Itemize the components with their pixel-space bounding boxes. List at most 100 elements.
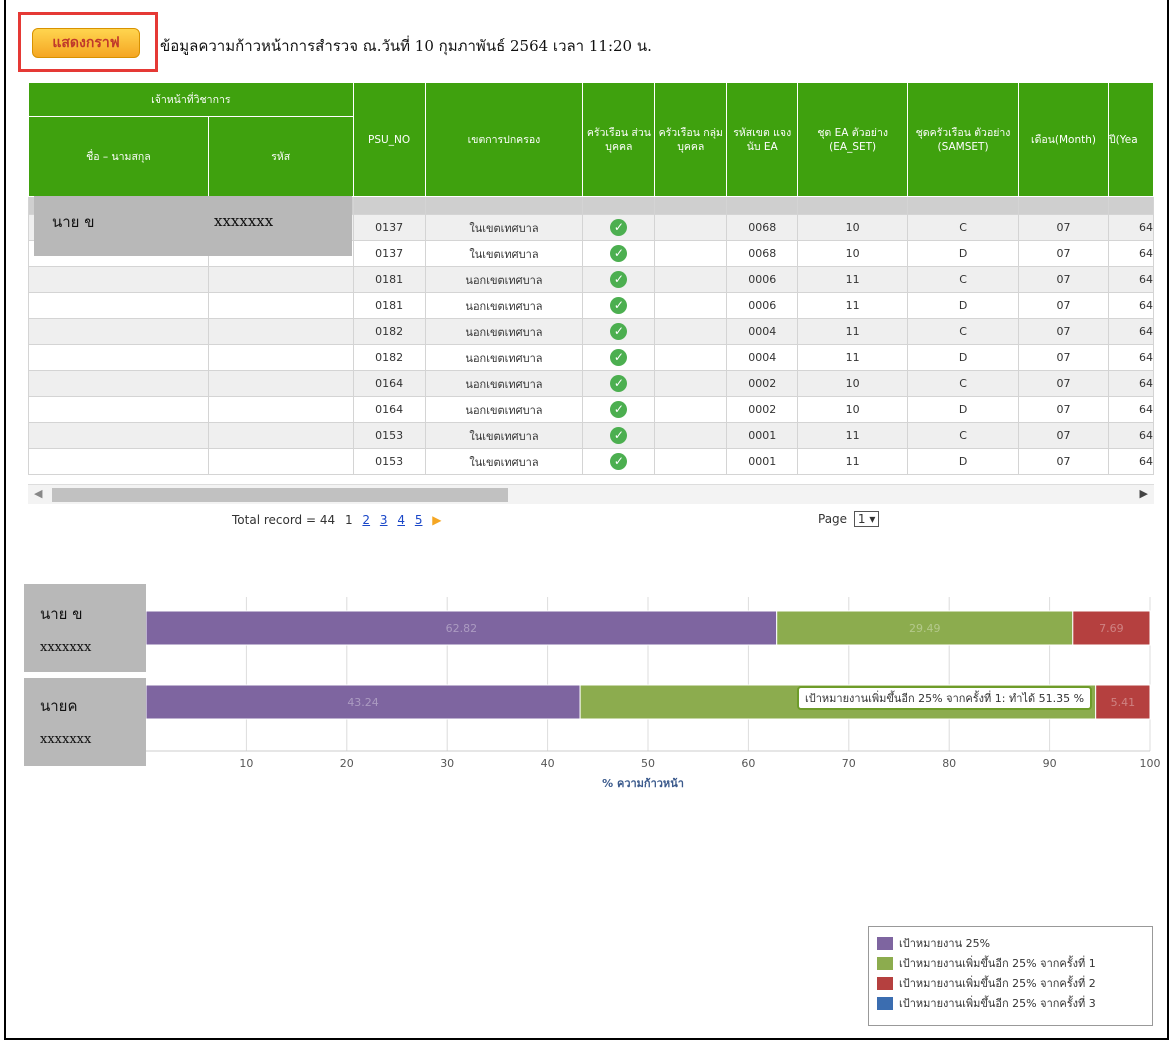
legend-item[interactable]: เป้าหมายงานเพิ่มขึ้นอีก 25% จากครั้งที่ … [877,953,1144,973]
page-link-4[interactable]: 4 [397,513,405,527]
cell-psu: 0182 [352,318,426,345]
cell-area: นอกเขตเทศบาล [424,318,584,345]
cell-samset: C [907,214,1020,241]
table-row[interactable]: 0182 นอกเขตเทศบาล ✓ 0004 11 C 07 64 [28,318,1154,345]
cell-samset: D [907,292,1020,319]
cell-code [207,370,354,397]
cell-ea-set: 11 [797,292,909,319]
check-icon: ✓ [610,323,628,340]
column-admin-area[interactable]: เขตการปกครอง [424,82,584,197]
horizontal-scrollbar[interactable]: ◀ ▶ [28,484,1154,504]
column-hh-private[interactable]: ครัวเรือน ส่วนบุคคล [582,82,656,197]
legend-item[interactable]: เป้าหมายงาน 25% [877,933,1144,953]
pagination: Total record = 44 1 2 3 4 5 ▶ [232,513,448,527]
cell-hh-private: ✓ [582,448,656,475]
cell-ea-set: 11 [797,318,909,345]
cell-ea-set: 11 [797,266,909,293]
cell-code [207,292,354,319]
cell-ea-set: 10 [797,396,909,423]
legend-item[interactable]: เป้าหมายงานเพิ่มขึ้นอีก 25% จากครั้งที่ … [877,993,1144,1013]
check-icon: ✓ [610,271,628,288]
cell-ea: 0068 [726,214,799,241]
cell-area: นอกเขตเทศบาล [424,396,584,423]
table-row[interactable]: 0181 นอกเขตเทศบาล ✓ 0006 11 D 07 64 [28,292,1154,319]
cell-hh-group [654,266,728,293]
scroll-right-arrow-icon[interactable]: ▶ [1140,487,1148,500]
masked-code: xxxxxxx [40,732,92,747]
bar-data-label: 7.69 [1099,622,1124,635]
cell-name [28,370,209,397]
cell-area: นอกเขตเทศบาล [424,266,584,293]
cell-month: 07 [1018,370,1109,397]
page-link-3[interactable]: 3 [380,513,388,527]
check-icon: ✓ [610,427,628,444]
cell-ea: 0068 [726,240,799,267]
cell-code [207,448,354,475]
cell-month: 07 [1018,422,1109,449]
cell-area: ในเขตเทศบาล [424,422,584,449]
cell-year: 64 [1107,318,1154,345]
cell-code [207,266,354,293]
cell-samset: C [907,422,1020,449]
cell-hh-private: ✓ [582,370,656,397]
cell-ea-set: 11 [797,422,909,449]
cell-psu: 0164 [352,370,426,397]
cell-hh-group [654,214,728,241]
x-tick-label: 80 [942,757,956,770]
column-code[interactable]: รหัส [207,116,354,197]
cell-samset: D [907,344,1020,371]
column-hh-group[interactable]: ครัวเรือน กลุ่มบุคคล [654,82,728,197]
table-row[interactable]: 0181 นอกเขตเทศบาล ✓ 0006 11 C 07 64 [28,266,1154,293]
column-samset[interactable]: ชุดครัวเรือน ตัวอย่าง (SAMSET) [907,82,1020,197]
cell-name [28,396,209,423]
cell-hh-group [654,292,728,319]
cell-year: 64 [1107,292,1154,319]
scroll-left-arrow-icon[interactable]: ◀ [34,487,42,500]
legend-item[interactable]: เป้าหมายงานเพิ่มขึ้นอีก 25% จากครั้งที่ … [877,973,1144,993]
cell-samset: C [907,266,1020,293]
table-row[interactable]: 0153 ในเขตเทศบาล ✓ 0001 11 C 07 64 [28,422,1154,449]
check-icon: ✓ [610,245,628,262]
cell-month: 07 [1018,214,1109,241]
scrollbar-thumb[interactable] [52,488,508,502]
cell-name [28,266,209,293]
chart-tooltip: เป้าหมายงานเพิ่มขึ้นอีก 25% จากครั้งที่ … [797,686,1093,710]
cell-area: นอกเขตเทศบาล [424,292,584,319]
table-row[interactable]: 0182 นอกเขตเทศบาล ✓ 0004 11 D 07 64 [28,344,1154,371]
page-select-dropdown[interactable]: 1 ▾ [853,511,880,527]
column-ea-code[interactable]: รหัสเขต แจงนับ EA [726,82,799,197]
column-psu-no[interactable]: PSU_NO [352,82,426,197]
column-ea-set[interactable]: ชุด EA ตัวอย่าง (EA_SET) [797,82,909,197]
table-row[interactable]: 0153 ในเขตเทศบาล ✓ 0001 11 D 07 64 [28,448,1154,475]
progress-header-text: ข้อมูลความก้าวหน้าการสำรวจ ณ.วันที่ 10 ก… [160,37,652,55]
redaction-table: นาย ข xxxxxxx [34,196,352,256]
bar-data-label: 0 [1153,622,1160,635]
x-tick-label: 70 [842,757,856,770]
cell-hh-private: ✓ [582,344,656,371]
x-tick-label: 40 [541,757,555,770]
cell-month: 07 [1018,318,1109,345]
page-label: Page [818,512,848,526]
cell-samset: D [907,448,1020,475]
column-month[interactable]: เดือน(Month) [1018,82,1109,197]
cell-psu: 0164 [352,396,426,423]
show-graph-button[interactable]: แสดงกราฟ [32,28,140,58]
table-row[interactable]: 0164 นอกเขตเทศบาล ✓ 0002 10 D 07 64 [28,396,1154,423]
column-name[interactable]: ชื่อ – นามสกุล [28,116,209,197]
cell-ea: 0002 [726,370,799,397]
x-tick-label: 20 [340,757,354,770]
cell-hh-group [654,240,728,267]
redaction-chart-row1: นาย ข xxxxxxx [24,584,146,672]
cell-area: นอกเขตเทศบาล [424,370,584,397]
cell-ea: 0002 [726,396,799,423]
column-year[interactable]: ปี(Yea [1107,82,1154,197]
cell-hh-private: ✓ [582,266,656,293]
table-row[interactable]: 0164 นอกเขตเทศบาล ✓ 0002 10 C 07 64 [28,370,1154,397]
cell-psu: 0182 [352,344,426,371]
page-link-5[interactable]: 5 [415,513,423,527]
page-link-2[interactable]: 2 [362,513,370,527]
cell-year: 64 [1107,214,1154,241]
cell-samset: D [907,240,1020,267]
next-page-icon[interactable]: ▶ [432,513,441,527]
masked-code: xxxxxxx [40,640,92,655]
